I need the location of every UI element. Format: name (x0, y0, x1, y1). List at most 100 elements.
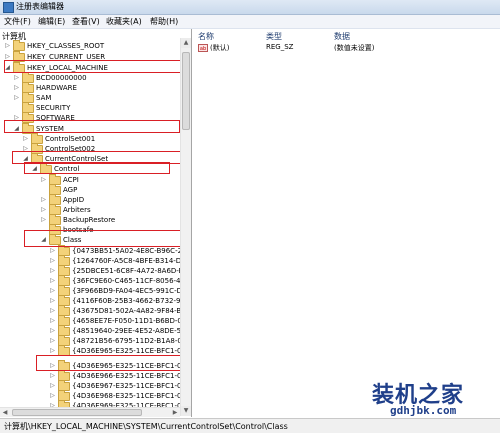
tree-node[interactable]: ▷ {1264760F-A5C8-4BFE-B314-D56A7E (0, 255, 191, 266)
highlight-hklm (4, 60, 185, 73)
scroll-left-icon[interactable]: ◀ (0, 408, 10, 417)
collapsed-arrow-icon[interactable]: ▷ (49, 347, 56, 355)
tree-node[interactable]: ▷ {4116F60B-25B3-4662-B732-99A6111 (0, 295, 191, 306)
tree-node-label[interactable]: AppID (63, 195, 84, 205)
horizontal-scroll-thumb[interactable] (12, 409, 142, 416)
tree-node-label[interactable]: AGP (63, 185, 77, 195)
tree-node[interactable]: ▷ HKEY_CLASSES_ROOT (0, 40, 180, 51)
collapsed-arrow-icon[interactable]: ▷ (49, 277, 56, 285)
highlight-control (24, 162, 170, 174)
menu-help[interactable]: 帮助(H) (150, 16, 178, 27)
tree-node[interactable]: ▷ {48721B56-6795-11D2-B1A8-0080C7 (0, 335, 191, 346)
collapsed-arrow-icon[interactable]: ▷ (49, 297, 56, 305)
menu-file[interactable]: 文件(F) (4, 16, 31, 27)
tree-node[interactable]: ▷ ACPI (0, 174, 180, 185)
collapsed-arrow-icon[interactable]: ▷ (22, 135, 29, 143)
tree-node[interactable]: ▷ {4658EE7E-F050-11D1-B6BD-00C04F (0, 315, 191, 326)
tree-node-label[interactable]: SAM (36, 93, 51, 103)
scroll-thumb[interactable] (182, 52, 190, 130)
tree-node-label[interactable]: BCD00000000 (36, 73, 87, 83)
tree-node-label[interactable]: HARDWARE (36, 83, 77, 93)
tree-node[interactable]: AGP (0, 184, 180, 195)
menu-favorites[interactable]: 收藏夹(A) (106, 16, 142, 27)
tree-node-label[interactable]: HKEY_CLASSES_ROOT (27, 41, 104, 51)
scroll-up-icon[interactable]: ▲ (181, 38, 191, 48)
tree-node[interactable]: ▷ BackupRestore (0, 214, 180, 225)
tree-node-label[interactable]: {25DBCE51-6C8F-4A72-8A6D-B54C2 (72, 266, 191, 276)
tree-node-label[interactable]: SECURITY (36, 103, 70, 113)
column-header-type[interactable]: 类型 (266, 31, 282, 42)
tree-node[interactable]: ▷ {48519640-29EE-4E52-A8DE-5F8324C (0, 325, 191, 336)
column-header-name[interactable]: 名称 (198, 31, 214, 42)
tree-horizontal-scrollbar[interactable]: ◀ ▶ (0, 407, 180, 417)
string-value-icon: ab (198, 44, 208, 52)
collapsed-arrow-icon[interactable]: ▷ (49, 307, 56, 315)
column-header-data[interactable]: 数据 (334, 31, 350, 42)
collapsed-arrow-icon[interactable] (40, 186, 47, 194)
collapsed-arrow-icon[interactable]: ▷ (40, 176, 47, 184)
collapsed-arrow-icon[interactable]: ▷ (49, 267, 56, 275)
menu-edit[interactable]: 编辑(E) (38, 16, 65, 27)
tree-node-label[interactable]: {43675D81-502A-4A82-9F84-B75F41 (72, 306, 191, 316)
collapsed-arrow-icon[interactable]: ▷ (40, 206, 47, 214)
collapsed-arrow-icon[interactable]: ▷ (13, 94, 20, 102)
tree-node[interactable]: ▷ {0473BB51-5A02-4E8C-B96C-29040F (0, 245, 191, 256)
value-name[interactable]: (默认) (210, 43, 229, 53)
tree-node-label[interactable]: {4116F60B-25B3-4662-B732-99A6111 (72, 296, 191, 306)
tree-node[interactable]: ▷ AppID (0, 194, 180, 205)
tree-node[interactable]: ▷ {3F966BD9-FA04-4EC5-991C-D32697 (0, 285, 191, 296)
watermark-logo: 装机之家 gdhjbk.com (360, 377, 496, 421)
tree-node-label[interactable]: {0473BB51-5A02-4E8C-B96C-29040F (72, 246, 191, 256)
collapsed-arrow-icon[interactable]: ▷ (49, 287, 56, 295)
tree-node-label[interactable]: {1264760F-A5C8-4BFE-B314-D56A7E (72, 256, 191, 266)
tree-node-label[interactable]: Arbiters (63, 205, 91, 215)
collapsed-arrow-icon[interactable]: ▷ (13, 74, 20, 82)
tree-node[interactable]: ▷ {4D36E967-E325-11CE-BFC1-08002B (0, 380, 191, 391)
collapsed-arrow-icon[interactable] (13, 104, 20, 112)
tree-node-label[interactable]: {48721B56-6795-11D2-B1A8-0080C7 (72, 336, 191, 346)
tree-node-label[interactable]: {4658EE7E-F050-11D1-B6BD-00C04F (72, 316, 191, 326)
scroll-right-icon[interactable]: ▶ (170, 408, 180, 417)
tree-node[interactable]: ▷ {4D36E968-E325-11CE-BFC1-08002B (0, 390, 191, 401)
tree-node[interactable]: ▷ Arbiters (0, 204, 180, 215)
tree-node[interactable]: ▷ {25DBCE51-6C8F-4A72-8A6D-B54C2 (0, 265, 191, 276)
value-type: REG_SZ (266, 43, 294, 51)
highlight-system (4, 120, 180, 133)
collapsed-arrow-icon[interactable]: ▷ (40, 196, 47, 204)
tree-node[interactable]: ▷ {36FC9E60-C465-11CF-8056-444553 (0, 275, 191, 286)
tree-node[interactable]: ▷ {4D36E966-E325-11CE-BFC1-08002B (0, 370, 191, 381)
tree-node-label[interactable]: {36FC9E60-C465-11CF-8056-444553 (72, 276, 191, 286)
tree-node[interactable]: ▷ {43675D81-502A-4A82-9F84-B75F41 (0, 305, 191, 316)
window-title: 注册表编辑器 (16, 2, 64, 11)
collapsed-arrow-icon[interactable]: ▷ (49, 337, 56, 345)
tree-node-label[interactable]: ControlSet001 (45, 134, 95, 144)
collapsed-arrow-icon[interactable]: ▷ (13, 84, 20, 92)
tree-node-label[interactable]: BackupRestore (63, 215, 115, 225)
collapsed-arrow-icon[interactable]: ▷ (49, 317, 56, 325)
collapsed-arrow-icon[interactable]: ▷ (40, 216, 47, 224)
tree-vertical-scrollbar[interactable]: ▲ ▼ (180, 38, 191, 416)
collapsed-arrow-icon[interactable]: ▷ (49, 257, 56, 265)
title-bar: 注册表编辑器 (0, 0, 500, 15)
registry-tree-pane[interactable]: 计算机 ▷ HKEY_CLASSES_ROOT ▷ HKEY_CURRENT_USER… (0, 29, 192, 417)
values-list-pane[interactable]: 名称 类型 数据 ab (默认) REG_SZ (数值未设置) (192, 29, 500, 417)
scroll-down-icon[interactable]: ▼ (181, 406, 191, 416)
tree-node-label[interactable]: ACPI (63, 175, 79, 185)
collapsed-arrow-icon[interactable]: ▷ (49, 372, 56, 380)
collapsed-arrow-icon[interactable]: ▷ (49, 327, 56, 335)
tree-node-label[interactable]: {4D36E966-E325-11CE-BFC1-08002B (72, 371, 191, 381)
value-data: (数值未设置) (334, 44, 375, 52)
menu-bar: 文件(F) 编辑(E) 查看(V) 收藏夹(A) 帮助(H) (0, 15, 500, 29)
highlight-class (24, 230, 191, 247)
collapsed-arrow-icon[interactable]: ▷ (49, 247, 56, 255)
collapsed-arrow-icon[interactable]: ▷ (49, 382, 56, 390)
collapsed-arrow-icon[interactable]: ▷ (49, 392, 56, 400)
tree-node-label[interactable]: {4D36E967-E325-11CE-BFC1-08002B (72, 381, 191, 391)
tree-node-label[interactable]: {48519640-29EE-4E52-A8DE-5F8324C (72, 326, 191, 336)
menu-view[interactable]: 查看(V) (72, 16, 100, 27)
status-path: 计算机\HKEY_LOCAL_MACHINE\SYSTEM\CurrentCon… (4, 422, 288, 431)
tree-node[interactable]: ▷ ControlSet001 (0, 133, 180, 144)
tree-node-label[interactable]: {3F966BD9-FA04-4EC5-991C-D32697 (72, 286, 191, 296)
collapsed-arrow-icon[interactable]: ▷ (4, 42, 11, 50)
tree-node-label[interactable]: {4D36E968-E325-11CE-BFC1-08002B (72, 391, 191, 401)
